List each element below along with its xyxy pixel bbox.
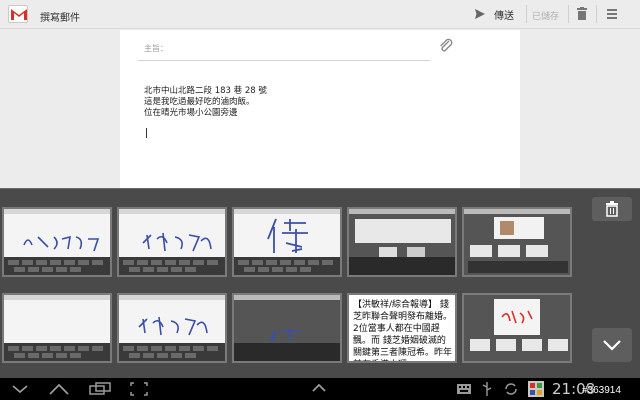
screenshot-thumbnail[interactable]	[347, 207, 457, 277]
handwriting-thumbnail[interactable]	[117, 207, 227, 277]
page-title: 撰寫郵件	[40, 13, 80, 24]
watermark: #363914	[582, 385, 621, 396]
text-cursor	[146, 128, 147, 138]
ink-stroke	[142, 232, 212, 252]
body-line: 北市中山北路二段 183 巷 28 號	[144, 86, 267, 96]
ink-stroke	[23, 235, 100, 252]
divider	[596, 5, 597, 23]
news-thumbnail[interactable]: 【洪敏祥/綜合報導】 錢芝昨聯合聲明發布離婚。2位當事人都在中國趕飄。而 錢芝婚…	[347, 293, 457, 363]
screenshot-thumbnail[interactable]	[462, 293, 572, 363]
handwriting-thumbnail[interactable]	[232, 293, 342, 363]
action-bar: 撰寫郵件 傳送 已儲存	[0, 0, 640, 29]
usb-icon	[482, 382, 492, 396]
trash-icon[interactable]	[576, 7, 588, 21]
handwriting-thumbnail[interactable]	[232, 207, 342, 277]
message-body[interactable]: 北市中山北路二段 183 巷 28 號 這是我吃過最好吃的滷肉飯。 位在晴光市場…	[144, 86, 267, 119]
ink-stroke	[138, 316, 208, 336]
chevron-up-icon[interactable]	[312, 384, 326, 392]
handwriting-thumbnail[interactable]	[2, 207, 112, 277]
notification-app-icon	[528, 381, 544, 397]
screenshot-icon[interactable]	[130, 382, 148, 396]
subject-underline	[138, 60, 430, 61]
sync-icon	[505, 383, 517, 395]
news-text: 【洪敏祥/綜合報導】 錢芝昨聯合聲明發布離婚。2位當事人都在中國趕飄。而 錢芝婚…	[353, 300, 453, 361]
keyboard-icon	[457, 384, 471, 394]
delete-button[interactable]	[592, 197, 632, 221]
back-icon[interactable]	[12, 384, 28, 394]
chevron-down-icon	[603, 340, 621, 351]
handwriting-thumbnail[interactable]	[117, 293, 227, 363]
body-line: 位在晴光市場小公園旁邊	[144, 108, 238, 118]
handwriting-thumbnail[interactable]	[2, 293, 112, 363]
ink-stroke	[501, 310, 533, 324]
subject-field[interactable]: 主旨：	[144, 43, 168, 54]
ink-stroke	[269, 329, 300, 341]
system-bar	[0, 378, 640, 400]
overflow-menu-icon[interactable]	[606, 7, 618, 21]
collapse-button[interactable]	[592, 328, 632, 362]
divider	[526, 5, 527, 23]
trash-icon	[606, 201, 618, 217]
screenshot-thumbnail[interactable]	[462, 207, 572, 277]
recent-apps-icon[interactable]	[88, 382, 114, 396]
home-icon[interactable]	[48, 382, 70, 396]
saved-button[interactable]: 已儲存	[532, 9, 559, 22]
divider	[568, 5, 569, 23]
paperclip-icon[interactable]	[438, 38, 454, 54]
send-button[interactable]: 傳送	[474, 5, 514, 23]
gmail-icon[interactable]	[8, 5, 28, 23]
send-icon	[475, 9, 485, 19]
ink-stroke	[267, 218, 308, 253]
body-line: 這是我吃過最好吃的滷肉飯。	[144, 97, 255, 107]
send-label: 傳送	[494, 10, 514, 22]
